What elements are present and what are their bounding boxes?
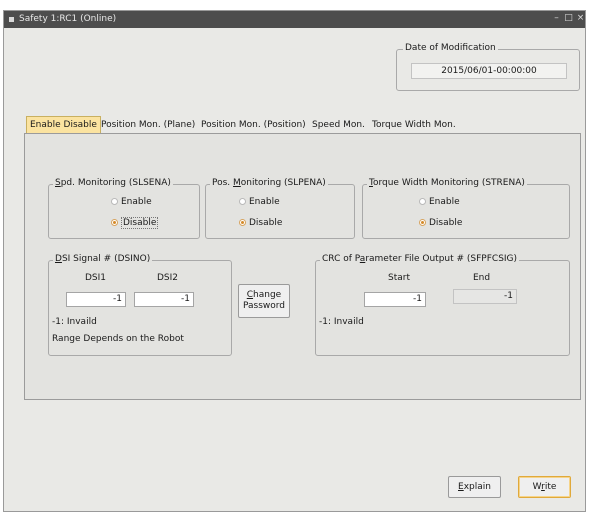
tab-enable-disable[interactable]: Enable Disable: [26, 116, 101, 134]
dsi2-column-label: DSI2: [157, 273, 179, 283]
torque-width-monitoring-legend: Torque Width Monitoring (STRENA): [367, 178, 527, 188]
title-bar[interactable]: Safety 1:RC1 (Online) – □ ×: [4, 11, 585, 28]
date-of-modification-value: 2015/06/01-00:00:00: [411, 63, 567, 79]
crc-end-value: -1: [453, 289, 517, 304]
tab-speed-mon[interactable]: Speed Mon.: [312, 118, 365, 133]
speed-monitoring-disable-radio[interactable]: Disable: [111, 217, 159, 229]
dsi1-column-label: DSI1: [85, 273, 107, 283]
write-button[interactable]: Write: [518, 476, 571, 498]
change-password-line2: Password: [242, 301, 286, 311]
tab-torque-width-mon[interactable]: Torque Width Mon.: [372, 118, 456, 133]
speed-monitoring-enable-radio[interactable]: Enable: [111, 197, 152, 207]
date-of-modification-group: Date of Modification 2015/06/01-00:00:00: [396, 43, 580, 91]
tab-position-mon-position[interactable]: Position Mon. (Position): [201, 118, 306, 133]
torque-width-monitoring-disable-radio[interactable]: Disable: [419, 218, 462, 228]
tab-position-mon-plane[interactable]: Position Mon. (Plane): [101, 118, 195, 133]
torque-width-monitoring-enable-radio[interactable]: Enable: [419, 197, 460, 207]
speed-monitoring-legend: Spd. Monitoring (SLSENA): [53, 178, 173, 188]
safety-window: Safety 1:RC1 (Online) – □ × Date of Modi…: [3, 10, 586, 512]
explain-button[interactable]: Explain: [448, 476, 501, 498]
crc-end-column-label: End: [473, 273, 491, 283]
maximize-icon[interactable]: □: [563, 12, 574, 25]
radio-checked-icon: [111, 219, 118, 226]
minimize-icon[interactable]: –: [551, 12, 562, 25]
close-icon[interactable]: ×: [575, 12, 586, 25]
dsi2-input[interactable]: -1: [134, 292, 194, 307]
crc-parameter-file-group: CRC of Parameter File Output # (SFPFCSIG…: [315, 254, 570, 356]
radio-icon: [419, 198, 426, 205]
window-title: Safety 1:RC1 (Online): [19, 14, 117, 24]
position-monitoring-group: Pos. Monitoring (SLPENA) Enable Disable: [205, 178, 355, 239]
crc-start-column-label: Start: [388, 273, 410, 283]
dsi-signal-group: DSI Signal # (DSINO) DSI1 DSI2 -1 -1 -1:…: [48, 254, 232, 356]
enable-disable-panel: Spd. Monitoring (SLSENA) Enable Disable …: [24, 133, 581, 400]
dsi1-input[interactable]: -1: [66, 292, 126, 307]
dsi-signal-legend: DSI Signal # (DSINO): [53, 254, 153, 264]
radio-checked-icon: [239, 219, 246, 226]
date-of-modification-label: Date of Modification: [403, 43, 498, 53]
crc-parameter-file-legend: CRC of Parameter File Output # (SFPFCSIG…: [320, 254, 520, 264]
position-monitoring-enable-radio[interactable]: Enable: [239, 197, 280, 207]
radio-icon: [111, 198, 118, 205]
crc-start-input[interactable]: -1: [364, 292, 426, 307]
radio-checked-icon: [419, 219, 426, 226]
window-icon: [9, 17, 14, 22]
change-password-line1: Change: [246, 290, 282, 300]
crc-invalid-note: -1: Invaild: [319, 317, 364, 327]
torque-width-monitoring-group: Torque Width Monitoring (STRENA) Enable …: [362, 178, 570, 239]
speed-monitoring-group: Spd. Monitoring (SLSENA) Enable Disable: [48, 178, 200, 239]
radio-icon: [239, 198, 246, 205]
dsi-invalid-note: -1: Invaild: [52, 317, 97, 327]
position-monitoring-legend: Pos. Monitoring (SLPENA): [210, 178, 328, 188]
dsi-range-note: Range Depends on the Robot: [52, 334, 184, 344]
position-monitoring-disable-radio[interactable]: Disable: [239, 218, 282, 228]
change-password-button[interactable]: Change Password: [238, 284, 290, 318]
